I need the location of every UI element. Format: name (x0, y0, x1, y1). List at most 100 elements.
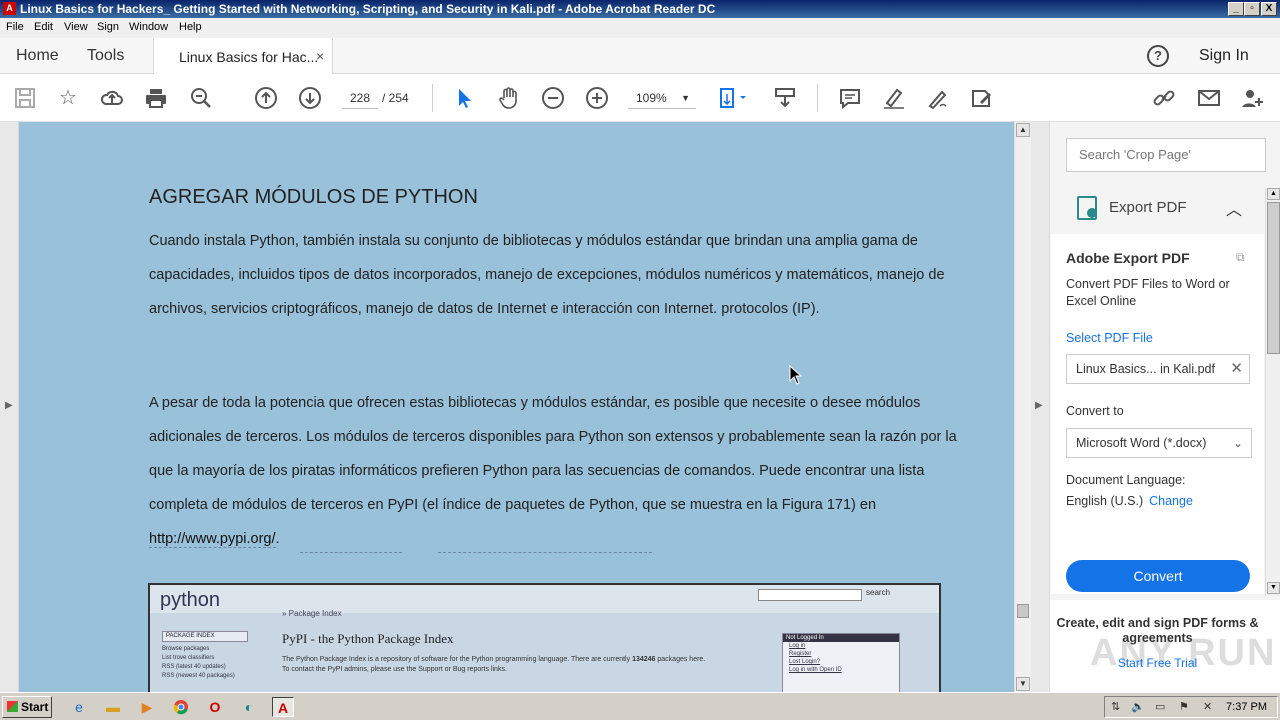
highlight-pen-icon[interactable] (882, 86, 906, 110)
comment-icon[interactable] (838, 86, 862, 110)
zoom-out-icon[interactable] (541, 86, 565, 110)
selected-file-field[interactable]: Linux Basics... in Kali.pdf ✕ (1066, 354, 1250, 384)
title-bar: A Linux Basics for Hackers_ Getting Star… (0, 0, 1280, 18)
figure-breadcrumb: » Package Index (282, 609, 342, 618)
scroll-mode-icon[interactable] (773, 86, 797, 110)
window-title: Linux Basics for Hackers_ Getting Starte… (20, 2, 716, 16)
toolbar: ☆ 228 / 254 109% ▼ (0, 74, 1280, 122)
sign-pen-icon[interactable] (926, 86, 950, 110)
copy-icon[interactable]: ⧉ (1236, 250, 1250, 264)
fill-sign-icon[interactable] (970, 86, 994, 110)
close-tab-icon[interactable]: × (316, 48, 324, 64)
network-icon[interactable]: ▭ (1155, 700, 1165, 713)
next-page-icon[interactable] (298, 86, 322, 110)
chrome-icon[interactable] (170, 697, 192, 717)
zoom-level-select[interactable]: 109% ▼ (628, 87, 696, 109)
minimize-button[interactable]: _ (1228, 2, 1244, 16)
chevron-up-icon[interactable]: ︿ (1226, 196, 1242, 220)
fit-page-icon[interactable] (718, 86, 746, 110)
convert-format-select[interactable]: Microsoft Word (*.docx) ⌄ (1066, 428, 1252, 458)
document-viewer[interactable]: ▶ AGREGAR MÓDULOS DE PYTHON Cuando insta… (0, 122, 1049, 692)
figure-box-head: Not Logged In (783, 634, 899, 642)
media-player-icon[interactable]: ▶ (136, 697, 158, 717)
zoom-search-icon[interactable] (189, 86, 213, 110)
tab-document[interactable]: Linux Basics for Hac... × (153, 38, 333, 75)
convert-button[interactable]: Convert (1066, 560, 1250, 592)
volume-icon[interactable]: 🔈 (1131, 700, 1145, 713)
tab-home[interactable]: Home (16, 47, 59, 65)
export-description: Convert PDF Files to Word or Excel Onlin… (1066, 277, 1230, 308)
chevron-down-icon: ⌄ (1232, 436, 1243, 450)
ie-icon[interactable]: e (68, 697, 90, 717)
toolbar-divider (432, 84, 433, 112)
pane-scroll-down[interactable]: ▼ (1267, 582, 1280, 594)
export-pdf-header[interactable]: Export PDF ︿ (1050, 192, 1265, 224)
opera-icon[interactable]: O (204, 697, 226, 717)
restore-button[interactable]: ▫ (1244, 2, 1260, 16)
clock: 7:37 PM (1226, 701, 1267, 713)
menu-edit[interactable]: Edit (34, 21, 53, 33)
page-number-input[interactable]: 228 (342, 87, 378, 109)
taskbar: Start e ▬ ▶ O ◐ A ⇅ 🔈 ▭ ⚑ ✕ 7:37 PM (0, 692, 1280, 720)
upload-cloud-icon[interactable] (100, 86, 124, 110)
flag-icon[interactable]: ⚑ (1179, 700, 1189, 713)
bookmark-star-icon[interactable]: ☆ (56, 86, 80, 110)
figure-text-1-end: packages here. (657, 656, 706, 663)
figure-side-head: PACKAGE INDEX (162, 631, 248, 642)
system-tray: ⇅ 🔈 ▭ ⚑ ✕ 7:37 PM (1104, 696, 1278, 718)
acrobat-app-icon: A (3, 2, 16, 15)
tray-arrow-icon[interactable]: ⇅ (1111, 700, 1120, 713)
menu-file[interactable]: File (6, 21, 24, 33)
figure-side-item: List trove classifiers (162, 655, 215, 661)
share-link-icon[interactable] (1152, 86, 1176, 110)
pane-scroll-thumb[interactable] (1267, 202, 1280, 354)
pdf-page: AGREGAR MÓDULOS DE PYTHON Cuando instala… (19, 122, 1014, 692)
add-user-icon[interactable] (1240, 86, 1264, 110)
pypi-link[interactable]: http://www.pypi.org/ (149, 531, 276, 548)
print-icon[interactable] (144, 86, 168, 110)
hand-tool-icon[interactable] (497, 86, 521, 110)
pane-scroll-up[interactable]: ▲ (1267, 188, 1280, 200)
export-pdf-label: Export PDF (1109, 199, 1187, 216)
select-cursor-icon[interactable] (453, 86, 477, 110)
tools-pane-scrollbar[interactable]: ▲ ▼ (1265, 188, 1280, 596)
previous-page-icon[interactable] (254, 86, 278, 110)
sign-in-button[interactable]: Sign In (1199, 47, 1249, 65)
search-tools-input[interactable]: Search 'Crop Page' (1066, 138, 1266, 172)
menu-help[interactable]: Help (179, 21, 202, 33)
save-icon[interactable] (13, 86, 37, 110)
scroll-thumb[interactable] (1017, 604, 1029, 618)
help-icon[interactable]: ? (1147, 45, 1169, 67)
clear-file-icon[interactable]: ✕ (1230, 355, 1243, 383)
start-free-trial-link[interactable]: Start Free Trial (1050, 656, 1265, 670)
export-pdf-card: Adobe Export PDF ⧉ Convert PDF Files to … (1051, 234, 1264, 594)
security-icon[interactable]: ✕ (1203, 700, 1212, 713)
select-pdf-file-link[interactable]: Select PDF File (1066, 331, 1153, 345)
document-scrollbar[interactable]: ▲ ▼ (1014, 122, 1031, 692)
edge-icon[interactable]: ◐ (238, 697, 260, 717)
expand-left-icon: ▶ (5, 400, 13, 411)
folder-icon[interactable]: ▬ (102, 697, 124, 717)
figure-text-1: The Python Package Index is a repository… (282, 656, 631, 663)
menu-window[interactable]: Window (129, 21, 168, 33)
left-panel-toggle[interactable]: ▶ (0, 122, 18, 692)
menu-view[interactable]: View (64, 21, 88, 33)
change-language-link[interactable]: Change (1149, 494, 1193, 508)
zoom-in-icon[interactable] (585, 86, 609, 110)
acrobat-taskbar-icon[interactable]: A (272, 697, 294, 717)
document-tab-label: Linux Basics for Hac... (179, 49, 319, 65)
paragraph-2: A pesar de toda la potencia que ofrecen … (149, 386, 969, 556)
convert-format-value: Microsoft Word (*.docx) (1076, 436, 1207, 450)
right-panel-toggle[interactable]: ▶ (1031, 122, 1049, 692)
figure-box-link: Register (789, 651, 812, 657)
menu-sign[interactable]: Sign (97, 21, 119, 33)
start-button[interactable]: Start (2, 696, 52, 718)
scroll-down-button[interactable]: ▼ (1016, 677, 1030, 691)
figure-box-link: Log in (789, 643, 806, 649)
tab-tools[interactable]: Tools (87, 47, 124, 65)
zoom-level-value: 109% (636, 91, 667, 105)
tools-pane: Search 'Crop Page' Export PDF ︿ Adobe Ex… (1049, 122, 1280, 692)
scroll-up-button[interactable]: ▲ (1016, 123, 1030, 137)
email-icon[interactable] (1197, 86, 1221, 110)
close-window-button[interactable]: X (1261, 2, 1277, 16)
